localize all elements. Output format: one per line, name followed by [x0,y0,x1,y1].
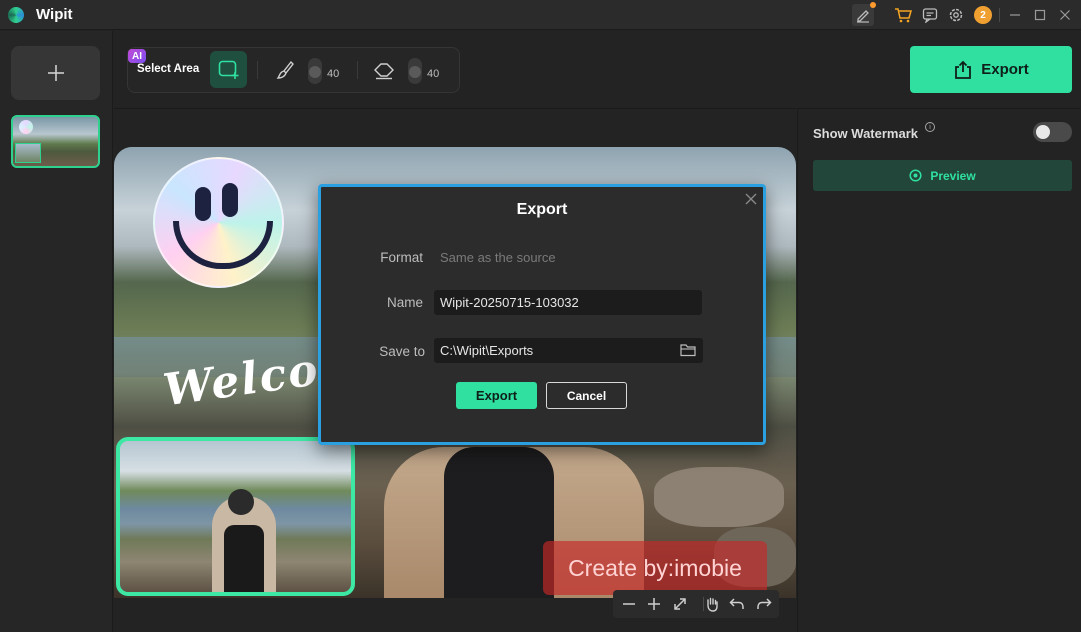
feedback-icon[interactable] [920,4,940,26]
format-label: Format [380,250,423,265]
export-dialog: Export Format Same as the source Name Wi… [318,184,766,445]
zoom-in-icon[interactable] [644,594,664,614]
undo-icon[interactable] [727,594,747,614]
thumbnail-inset [15,143,41,163]
canvas-backpack [444,447,554,598]
thumbnail-smiley [19,120,33,134]
watermark-toggle[interactable] [1033,122,1072,142]
watermark-text: Create by:imobie [568,554,742,581]
info-icon[interactable]: i [925,122,935,132]
toolbar-divider [257,61,258,79]
dialog-export-label: Export [475,388,518,403]
eraser-size-slider[interactable] [408,58,422,84]
eraser-icon[interactable] [373,59,395,81]
inset-backpack [224,525,264,592]
zoom-bar [613,590,779,618]
save-to-input[interactable]: C:\Wipit\Exports [434,338,703,363]
titlebar-divider [999,8,1000,22]
cart-icon[interactable] [893,4,913,26]
dialog-close-icon[interactable] [744,192,758,206]
notification-count: 2 [974,6,992,24]
brush-size-slider[interactable] [308,58,322,84]
smiley-mouth [173,221,273,269]
smiley-eye [222,183,238,217]
settings-icon[interactable] [946,4,966,26]
avatar-icon[interactable]: 2 [972,4,994,26]
eye-icon [909,169,922,182]
image-thumbnail[interactable] [11,115,100,168]
watermark-selection[interactable]: Create by:imobie [543,541,767,595]
brush-icon[interactable] [274,59,296,81]
zoom-out-icon[interactable] [619,594,639,614]
export-icon [955,60,972,79]
close-icon[interactable] [1057,4,1073,26]
dialog-cancel-button[interactable]: Cancel [546,382,627,409]
preview-button[interactable]: Preview [813,160,1072,191]
dialog-cancel-label: Cancel [566,388,607,403]
plus-icon [47,65,64,81]
save-to-path: C:\Wipit\Exports [440,343,534,358]
select-area-label: Select Area [137,63,200,75]
app-title: Wipit [36,6,73,23]
right-panel: Show Watermark i Preview [797,109,1081,632]
smiley-eye [195,187,211,221]
select-area-icon [218,60,238,79]
name-label: Name [386,295,423,310]
smiley-sticker[interactable] [153,157,284,288]
format-value: Same as the source [440,250,556,265]
toolbar-divider [357,61,358,79]
inset-photo[interactable] [116,437,355,596]
ai-badge: AI [128,49,146,63]
maximize-icon[interactable] [1032,4,1048,26]
preview-label: Preview [930,168,976,183]
app-logo-icon [8,7,24,23]
left-rail [0,31,113,632]
eraser-size-value: 40 [427,68,440,80]
export-button-label: Export [981,61,1029,78]
edit-icon[interactable] [852,2,876,26]
show-watermark-label: Show Watermark [813,126,918,141]
inset-head [228,489,254,515]
title-bar: Wipit 2 [0,0,1081,30]
save-to-label: Save to [379,344,425,359]
brush-size-value: 40 [327,68,340,80]
add-image-button[interactable] [11,46,100,100]
redo-icon[interactable] [754,594,774,614]
notification-dot [870,2,876,8]
canvas-rock [654,467,784,527]
minimize-icon[interactable] [1007,4,1023,26]
select-area-button[interactable] [210,51,247,88]
fit-icon[interactable] [670,594,690,614]
folder-icon[interactable] [680,343,696,357]
export-button[interactable]: Export [910,46,1072,93]
dialog-export-button[interactable]: Export [456,382,537,409]
name-input[interactable]: Wipit-20250715-103032 [434,290,702,315]
dialog-title: Export [516,201,568,218]
hand-icon[interactable] [702,594,722,614]
toolbar-area: AI Select Area 40 40 [114,31,796,109]
